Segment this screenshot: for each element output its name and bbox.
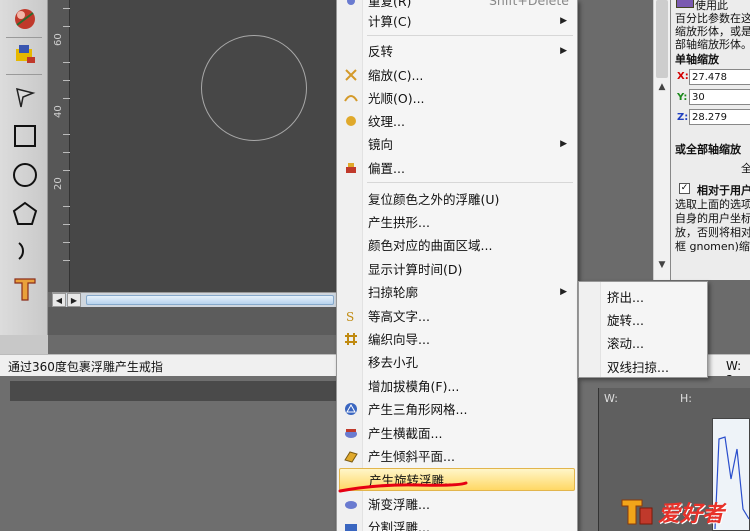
menu-item-color-surface-region[interactable]: 颜色对应的曲面区域... (339, 233, 575, 256)
x-axis-label: X: (677, 71, 689, 82)
single-axis-title: 单轴缩放 (675, 53, 719, 66)
menu-item-create-triangle-mesh[interactable]: 产生三角形网格... (339, 397, 575, 420)
contour-text-icon: S (339, 304, 363, 327)
select-arrow-icon[interactable] (9, 82, 41, 112)
red-annotation-underline (338, 481, 468, 493)
submenu-arrow-icon: ▶ (560, 15, 567, 26)
relief-context-menu: 重复(R) Shift+Delete 计算(C) ▶ 反转 ▶ 缩放(C)...… (336, 0, 578, 531)
relief-sphere-tool-icon[interactable] (9, 4, 41, 34)
menu-item-mirror[interactable]: 镜向 ▶ (339, 132, 575, 155)
scroll-down-icon[interactable]: ▼ (654, 260, 670, 274)
circle-tool-icon[interactable] (9, 160, 41, 190)
cross-section-icon (339, 421, 363, 444)
menu-item-sweep-profile[interactable]: 扫掠轮廓 ▶ (339, 280, 575, 303)
y-scale-input[interactable] (689, 89, 750, 105)
z-axis-label: Z: (677, 112, 689, 123)
menu-item-contour-text[interactable]: S 等高文字... (339, 304, 575, 327)
status-bar: 通过360度包裹浮雕产生戒指 (0, 354, 336, 376)
status-message: 通过360度包裹浮雕产生戒指 (8, 360, 163, 374)
scroll-left-icon[interactable]: ◀ (52, 293, 66, 307)
submenu-item-spin[interactable]: 滚动... (607, 333, 644, 352)
svg-text:S: S (346, 310, 354, 323)
split-icon (339, 515, 363, 531)
menu-item-split-relief[interactable]: 分割浮雕... (339, 515, 575, 531)
left-toolbar (0, 0, 48, 335)
gradient-icon (339, 492, 363, 515)
rectangle-tool-icon[interactable] (9, 121, 41, 151)
scale-properties-panel: 使用此 百分比参数在这 缩放形体，或是 部轴缩放形体。 单轴缩放 X: Y: Z… (670, 0, 750, 280)
paint-tool-icon[interactable] (9, 40, 41, 70)
vertical-ruler: 60 40 20 (48, 0, 70, 292)
submenu-arrow-icon: ▶ (560, 286, 567, 297)
watermark-logo: 爱好者 (618, 494, 748, 528)
vertical-scroll-thumb[interactable] (656, 0, 668, 78)
height-label: H: (680, 392, 692, 405)
scroll-right-icon[interactable]: ▶ (67, 293, 81, 307)
offset-icon (339, 156, 363, 179)
z-scale-input[interactable] (689, 109, 750, 125)
triangle-mesh-icon (339, 397, 363, 420)
left-toolbar-footer (0, 335, 48, 354)
menu-item-create-tilted-plane[interactable]: 产生倾斜平面... (339, 444, 575, 467)
menu-item-gradient-relief[interactable]: 渐变浮雕... (339, 492, 575, 515)
horizontal-scrollbar[interactable]: ◀ ▶ (52, 292, 336, 307)
watermark-text: 爱好者 (658, 502, 725, 527)
menu-item-scale[interactable]: 缩放(C)... (339, 63, 575, 86)
all-axis-title: 或全部轴缩放 (675, 143, 741, 156)
drawn-circle-vector[interactable] (201, 35, 307, 141)
scale-icon (339, 63, 363, 86)
menu-item-calculate[interactable]: 计算(C) ▶ (339, 9, 575, 32)
scroll-up-icon[interactable]: ▲ (654, 82, 670, 96)
text-tool-icon[interactable] (9, 274, 41, 304)
relative-user-checkbox[interactable]: ✓ (679, 183, 690, 194)
sweep-profile-submenu: 挤出... 旋转... 滚动... 双线扫掠... (578, 281, 708, 378)
desc-line-4: 框 gnomen)缩放 (675, 240, 750, 253)
arc-tool-icon[interactable] (9, 236, 41, 266)
menu-item-weave-wizard[interactable]: 编织向导... (339, 327, 575, 350)
menu-item-add-draft-angle[interactable]: 增加拔模角(F)... (339, 374, 575, 397)
menu-item-remove-small-holes[interactable]: 移去小孔 (339, 350, 575, 373)
2d-view-canvas[interactable] (48, 0, 336, 292)
y-axis-label: Y: (677, 92, 688, 103)
submenu-arrow-icon: ▶ (560, 45, 567, 56)
submenu-item-extrude[interactable]: 挤出... (607, 287, 644, 306)
submenu-item-revolve[interactable]: 旋转... (607, 310, 644, 329)
submenu-arrow-icon: ▶ (560, 138, 567, 149)
menu-item-show-compute-time[interactable]: 显示计算时间(D) (339, 257, 575, 280)
menu-item-create-arch[interactable]: 产生拱形... (339, 210, 575, 233)
ruler-label-60: 60 (53, 33, 64, 46)
menu-item-offset[interactable]: 偏置... (339, 156, 575, 179)
x-scale-input[interactable] (689, 69, 750, 85)
smooth-icon (339, 86, 363, 109)
help-line-4: 部轴缩放形体。 (675, 38, 750, 51)
weave-icon (339, 327, 363, 350)
menu-item-smooth[interactable]: 光顺(O)... (339, 86, 575, 109)
menu-item-texture[interactable]: 纹理... (339, 109, 575, 132)
tilted-plane-icon (339, 444, 363, 467)
polygon-tool-icon[interactable] (9, 199, 41, 229)
ruler-label-40: 40 (53, 105, 64, 118)
ruler-label-20: 20 (53, 177, 64, 190)
horizontal-scroll-thumb[interactable] (86, 295, 334, 305)
menu-item-invert[interactable]: 反转 ▶ (339, 39, 575, 62)
menu-item-create-cross-section[interactable]: 产生横截面... (339, 421, 575, 444)
all-axis-suffix: 全 (741, 160, 750, 176)
menu-item-reset-outside-color[interactable]: 复位颜色之外的浮雕(U) (339, 187, 575, 210)
vertical-scrollbar[interactable]: ▲ ▼ (653, 0, 670, 280)
width-label: W: (604, 392, 618, 405)
canvas-bottom-area (48, 307, 336, 335)
lower-panel-header (10, 381, 336, 401)
texture-icon (339, 109, 363, 132)
panel-header-icon (676, 0, 694, 8)
submenu-item-two-rail-sweep[interactable]: 双线扫掠... (607, 357, 669, 376)
